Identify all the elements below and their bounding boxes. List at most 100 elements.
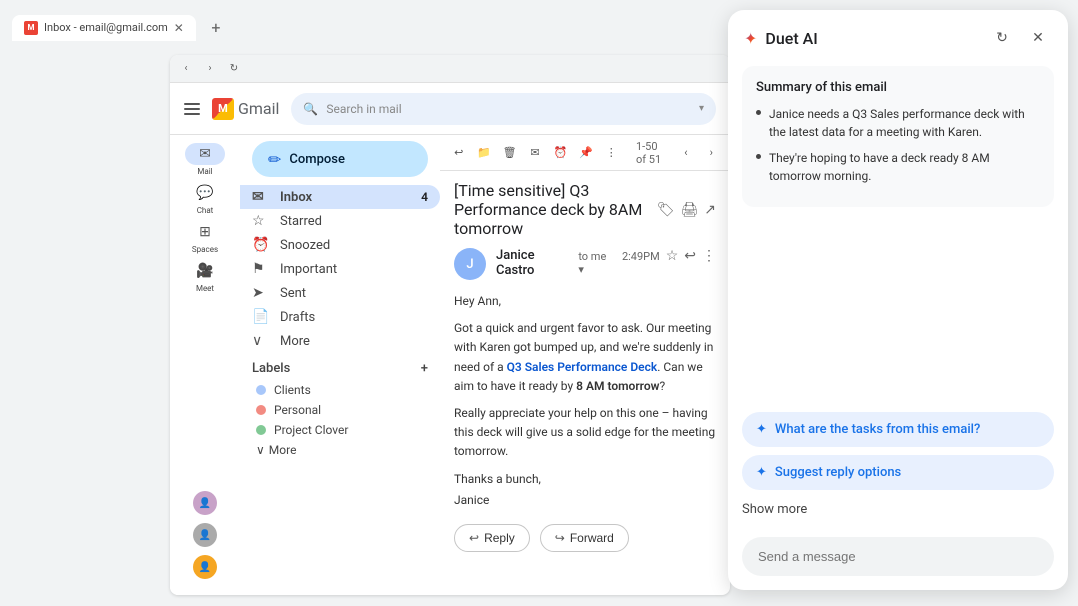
star-email-icon[interactable]: ☆ (666, 248, 679, 264)
sent-icon: ➤ (252, 285, 270, 301)
snoozed-icon: ⏰ (252, 237, 270, 253)
sent-label: Sent (280, 286, 306, 301)
reply-button[interactable]: ↩ Reply (454, 524, 530, 552)
starred-icon: ☆ (252, 213, 270, 229)
toolbar-delete-button[interactable]: 🗑 (501, 140, 518, 166)
clients-color-dot (256, 385, 266, 395)
new-tab-button[interactable]: + (204, 16, 228, 40)
label-icon[interactable]: 🏷 (657, 202, 675, 218)
toolbar-prev-button[interactable]: ‹ (677, 140, 694, 166)
project-clover-color-dot (256, 425, 266, 435)
email-signature: Janice (454, 491, 716, 510)
suggestion-chip-reply[interactable]: ✦ Suggest reply options (742, 455, 1054, 490)
avatar-stack: 👤 👤 👤 (193, 483, 217, 587)
print-icon[interactable]: 🖨 (680, 202, 698, 218)
toolbar-mark-unread-button[interactable]: ✉ (526, 140, 543, 166)
duet-ai-panel: ✦ Duet AI ↻ ✕ Summary of this email Jani… (728, 10, 1068, 590)
toolbar-more-button[interactable]: ⋮ (603, 140, 620, 166)
snoozed-label: Snoozed (280, 238, 330, 253)
avatar-3[interactable]: 👤 (193, 555, 217, 579)
sidebar-item-important[interactable]: ⚑ Important (240, 257, 440, 281)
toolbar-back-button[interactable]: ↩ (450, 140, 467, 166)
drafts-icon: 📄 (252, 309, 270, 325)
sidebar-item-meet[interactable]: 🎥 Meet (170, 260, 240, 293)
sidebar-item-sent[interactable]: ➤ Sent (240, 281, 440, 305)
sidebar-mail-label: Mail (197, 167, 212, 176)
email-content: [Time sensitive] Q3 Performance deck by … (440, 171, 730, 595)
chevron-down-icon: ∨ (256, 443, 265, 457)
important-label: Important (280, 262, 337, 277)
duet-message-input[interactable] (742, 537, 1054, 576)
reply-btn-icon: ↩ (469, 531, 479, 545)
email-paragraph-2: Really appreciate your help on this one … (454, 404, 716, 462)
gmail-search-bar[interactable]: 🔍 Search in mail ▾ (291, 93, 716, 125)
mail-icon: ✉ (185, 143, 225, 165)
duet-ai-header: ✦ Duet AI ↻ ✕ (728, 10, 1068, 66)
sidebar-item-starred[interactable]: ☆ Starred (240, 209, 440, 233)
inbox-label: Inbox (280, 190, 312, 205)
spaces-icon: ⊞ (185, 221, 225, 243)
forward-button[interactable]: › (202, 61, 218, 77)
avatar-1[interactable]: 👤 (193, 491, 217, 515)
bullet-2-text: They're hoping to have a deck ready 8 AM… (769, 149, 1040, 185)
gmail-nav-panel: ✏ Compose ✉ Inbox 4 ☆ Starred ⏰ Snoozed … (240, 135, 440, 595)
gmail-favicon: M (212, 98, 234, 120)
refresh-nav-button[interactable]: ↻ (226, 61, 242, 77)
tab-favicon: M (24, 21, 38, 35)
search-input[interactable]: Search in mail (326, 102, 691, 116)
sender-name: Janice Castro (496, 248, 570, 278)
tab-close-button[interactable]: ✕ (174, 21, 184, 35)
label-project-clover[interactable]: Project Clover (252, 420, 428, 440)
labels-more-link[interactable]: ∨ More (252, 440, 428, 460)
reply-quick-icon[interactable]: ↩ (684, 248, 696, 264)
avatar-2[interactable]: 👤 (193, 523, 217, 547)
meet-icon: 🎥 (185, 260, 225, 282)
toolbar-pin-button[interactable]: 📌 (577, 140, 594, 166)
gmail-sidebar-icons: ✉ Mail 💬 Chat ⊞ Spaces 🎥 Meet 👤 👤 👤 (170, 135, 240, 595)
hamburger-menu[interactable] (184, 103, 200, 115)
personal-label: Personal (274, 403, 321, 417)
toolbar-archive-button[interactable]: 📁 (475, 140, 492, 166)
sidebar-chat-label: Chat (197, 206, 214, 215)
label-clients[interactable]: Clients (252, 380, 428, 400)
more-actions-icon[interactable]: ⋮ (702, 248, 716, 264)
sidebar-item-snoozed[interactable]: ⏰ Snoozed (240, 233, 440, 257)
sidebar-item-spaces[interactable]: ⊞ Spaces (170, 221, 240, 254)
show-more-button[interactable]: Show more (728, 500, 1068, 527)
compose-button[interactable]: ✏ Compose (252, 141, 428, 177)
sidebar-item-drafts[interactable]: 📄 Drafts (240, 305, 440, 329)
forward-button[interactable]: ↪ Forward (540, 524, 629, 552)
sidebar-item-chat[interactable]: 💬 Chat (170, 182, 240, 215)
suggestion-chip-tasks[interactable]: ✦ What are the tasks from this email? (742, 412, 1054, 447)
project-clover-label: Project Clover (274, 423, 348, 437)
sidebar-item-more[interactable]: ∨ More (240, 329, 440, 353)
email-closing: Thanks a bunch, (454, 470, 716, 489)
gmail-header: M Gmail 🔍 Search in mail ▾ (170, 83, 730, 135)
sidebar-item-mail[interactable]: ✉ Mail (170, 143, 240, 176)
message-meta: Janice Castro to me ▾ (496, 248, 612, 278)
labels-add-icon[interactable]: + (421, 361, 428, 376)
highlighted-text: Q3 Sales Performance Deck (507, 360, 658, 374)
email-time: 2:49PM (622, 250, 660, 263)
email-subject: [Time sensitive] Q3 Performance deck by … (454, 181, 716, 238)
inbox-badge: 4 (421, 190, 428, 204)
browser-tab[interactable]: M Inbox - email@gmail.com ✕ (12, 15, 196, 41)
bold-time-text: 8 AM tomorrow (576, 379, 659, 393)
bullet-dot-1 (756, 110, 761, 115)
gmail-logo: M Gmail (212, 98, 279, 120)
sidebar-item-inbox[interactable]: ✉ Inbox 4 (240, 185, 440, 209)
email-body: Hey Ann, Got a quick and urgent favor to… (454, 292, 716, 510)
email-subject-icons: 🏷 🖨 ↗ (657, 202, 716, 218)
reply-btn-label: Reply (484, 531, 515, 545)
email-subject-text: [Time sensitive] Q3 Performance deck by … (454, 181, 649, 238)
label-personal[interactable]: Personal (252, 400, 428, 420)
duet-refresh-button[interactable]: ↻ (988, 24, 1016, 52)
duet-close-button[interactable]: ✕ (1024, 24, 1052, 52)
drafts-label: Drafts (280, 310, 315, 325)
open-in-new-icon[interactable]: ↗ (704, 202, 716, 218)
toolbar-snooze-button[interactable]: ⏰ (552, 140, 569, 166)
suggestion-chip-tasks-label: What are the tasks from this email? (775, 422, 980, 437)
starred-label: Starred (280, 214, 322, 229)
back-button[interactable]: ‹ (178, 61, 194, 77)
toolbar-next-button[interactable]: › (703, 140, 720, 166)
